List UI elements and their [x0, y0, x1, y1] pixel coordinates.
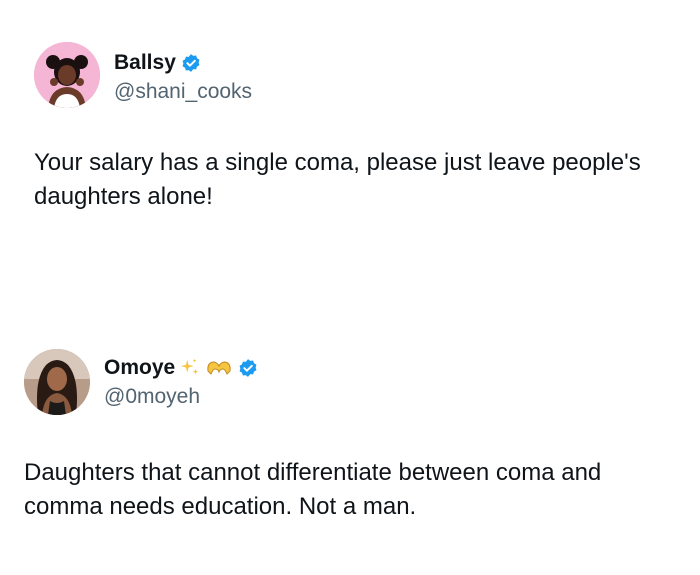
- verified-badge-icon: [182, 54, 200, 72]
- screenshot: Ballsy @shani_cooks Your salary has a si…: [0, 0, 700, 575]
- name-row: Omoye: [104, 355, 258, 381]
- avatar-photo-icon: [24, 349, 90, 415]
- handle[interactable]: @0moyeh: [104, 385, 200, 409]
- avatar[interactable]: [34, 42, 100, 108]
- avatar[interactable]: [24, 349, 90, 415]
- heart-hands-icon: [207, 361, 231, 375]
- name-row: Ballsy: [114, 50, 201, 76]
- tweet-text: Your salary has a single coma, please ju…: [34, 149, 641, 210]
- avatar-illustration-icon: [34, 42, 100, 108]
- verified-badge-icon: [239, 359, 257, 377]
- handle[interactable]: @shani_cooks: [114, 80, 252, 104]
- display-name[interactable]: Omoye: [104, 355, 175, 381]
- sparkles-icon: [181, 358, 199, 375]
- display-name[interactable]: Ballsy: [114, 50, 176, 76]
- tweet-text: Daughters that cannot differentiate betw…: [24, 459, 602, 520]
